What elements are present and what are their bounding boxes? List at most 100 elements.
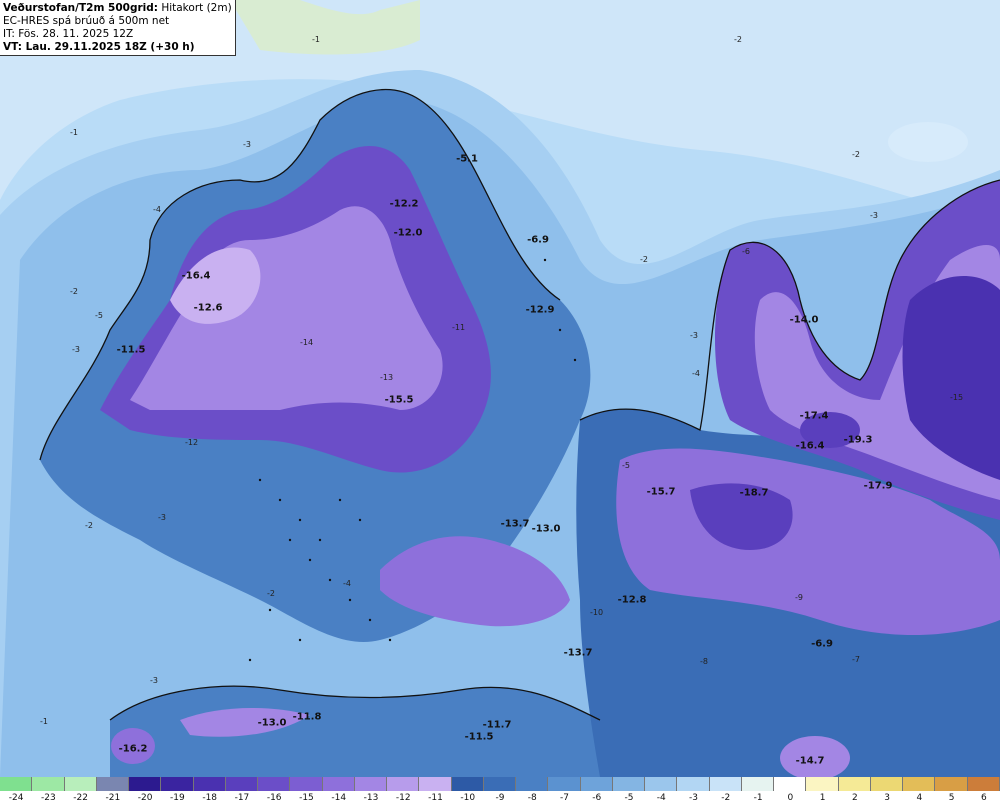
temp-label: -12.9 <box>525 304 555 316</box>
colorbar-tick: -23 <box>41 793 56 803</box>
colorbar-tick: -18 <box>202 793 218 803</box>
colorbar-tick: -4 <box>656 793 666 803</box>
contour-label: -3 <box>150 676 158 685</box>
contour-label: -5 <box>622 461 630 470</box>
colorbar-swatch <box>645 777 678 791</box>
temp-label: -12.6 <box>193 302 223 314</box>
colorbar-tick: 1 <box>819 793 826 803</box>
contour-label: -2 <box>70 287 78 296</box>
greenland-coast <box>230 0 420 55</box>
contour-label: -3 <box>243 140 251 149</box>
header-title: Veðurstofan/T2m 500grid: Hitakort (2m) <box>3 2 232 14</box>
contour-label: -3 <box>72 345 80 354</box>
colorbar-swatch <box>64 777 97 791</box>
temp-label: -13.7 <box>500 518 530 530</box>
colorbar: -24 -23 -22 -21 -20 -19 -18 -17 -16 -15 -14 -13 -12 -… <box>0 777 1000 805</box>
colorbar-tick: -16 <box>266 793 282 803</box>
colorbar-swatch <box>741 777 775 791</box>
temp-label: -11.5 <box>464 731 494 743</box>
info-box: Veðurstofan/T2m 500grid: Hitakort (2m) E… <box>0 0 236 56</box>
colorbar-tick: 3 <box>884 793 890 803</box>
colorbar-tick: -17 <box>234 793 250 803</box>
colorbar-swatch <box>451 777 484 791</box>
colorbar-swatch <box>838 777 871 791</box>
colorbar-swatch <box>129 777 162 791</box>
contour-label: -1 <box>70 128 78 137</box>
colorbar-swatch <box>225 777 259 791</box>
contour-label: -1 <box>312 35 320 44</box>
colorbar-swatch <box>516 777 549 791</box>
contour-label: -4 <box>343 579 351 588</box>
contour-label: -1 <box>40 717 48 726</box>
colorbar-swatch <box>483 777 517 791</box>
colorbar-tick: -6 <box>592 793 602 803</box>
colorbar-tick: 4 <box>916 793 923 803</box>
colorbar-tick: -13 <box>363 793 379 803</box>
colorbar-tick: -20 <box>137 793 153 803</box>
contour-label: -8 <box>700 657 708 666</box>
temp-label: -15.5 <box>384 394 414 406</box>
colorbar-tick: -12 <box>395 793 411 803</box>
temp-label: -16.4 <box>181 270 211 282</box>
colorbar-swatch <box>677 777 710 791</box>
colorbar-swatch <box>612 777 646 791</box>
temp-label: -14.0 <box>789 314 819 326</box>
temp-label: -13.0 <box>531 523 561 535</box>
colorbar-swatch <box>709 777 742 791</box>
contour-label: -11 <box>452 323 465 332</box>
colorbar-tick: -22 <box>73 793 88 803</box>
contour-label: -4 <box>153 205 161 214</box>
colorbar-tick: -5 <box>624 793 634 803</box>
colorbar-swatch <box>193 777 226 791</box>
colorbar-tick: -21 <box>105 793 121 803</box>
colorbar-swatch <box>935 777 968 791</box>
colorbar-tick: -14 <box>331 793 347 803</box>
colorbar-tick: -24 <box>8 793 24 803</box>
contour-label: -6 <box>742 247 750 256</box>
contour-label: -2 <box>734 35 742 44</box>
colorbar-tick: -19 <box>170 793 185 803</box>
temp-label: -19.3 <box>843 434 873 446</box>
colorbar-swatch <box>903 777 936 791</box>
contour-label: -2 <box>85 521 93 530</box>
temp-label: -12.2 <box>389 198 419 210</box>
warm-sea-patch <box>888 122 968 162</box>
colorbar-swatch <box>967 777 1000 791</box>
colorbar-swatch <box>354 777 388 791</box>
contour-label: -9 <box>795 593 803 602</box>
contour-label: -10 <box>590 608 603 617</box>
contour-label: -2 <box>852 150 860 159</box>
temp-label: -12.8 <box>617 594 647 606</box>
temp-label: -18.7 <box>739 487 769 499</box>
colorbar-tick: 6 <box>980 793 987 803</box>
temp-label: -11.5 <box>116 344 146 356</box>
colorbar-tick: -15 <box>299 793 314 803</box>
colorbar-tick: -8 <box>527 793 537 803</box>
temp-label: -13.0 <box>257 717 287 729</box>
contour-label: -15 <box>950 393 963 402</box>
temp-label: -17.9 <box>863 480 893 492</box>
colorbar-swatch <box>774 777 807 791</box>
temp-label: -6.9 <box>527 234 549 246</box>
contour-label: -2 <box>267 589 275 598</box>
temp-label: -11.8 <box>292 711 322 723</box>
colorbar-swatch <box>0 777 33 791</box>
valid-time: VT: Lau. 29.11.2025 18Z (+30 h) <box>3 41 195 53</box>
colorbar-swatch <box>870 777 904 791</box>
init-time: IT: Fös. 28. 11. 2025 12Z <box>3 28 134 40</box>
temp-label: -11.7 <box>482 719 512 731</box>
temp-label: -14.7 <box>795 755 825 767</box>
contour-label: -2 <box>640 255 648 264</box>
contour-label: -12 <box>185 438 198 447</box>
colorbar-tick: -7 <box>560 793 570 803</box>
temp-label: -12.0 <box>393 227 423 239</box>
contour-label: -4 <box>692 369 700 378</box>
colorbar-swatch <box>806 777 839 791</box>
temperature-map[interactable]: -1 -2 -1 -2 -3 -4 -2 -5 -3 -2 -3 -4 -6 -… <box>0 0 1000 777</box>
contour-label: -5 <box>95 311 103 320</box>
colorbar-swatch <box>161 777 194 791</box>
colorbar-swatch <box>322 777 355 791</box>
colorbar-swatch <box>387 777 420 791</box>
contour-label: -7 <box>852 655 860 664</box>
colorbar-swatch <box>580 777 613 791</box>
